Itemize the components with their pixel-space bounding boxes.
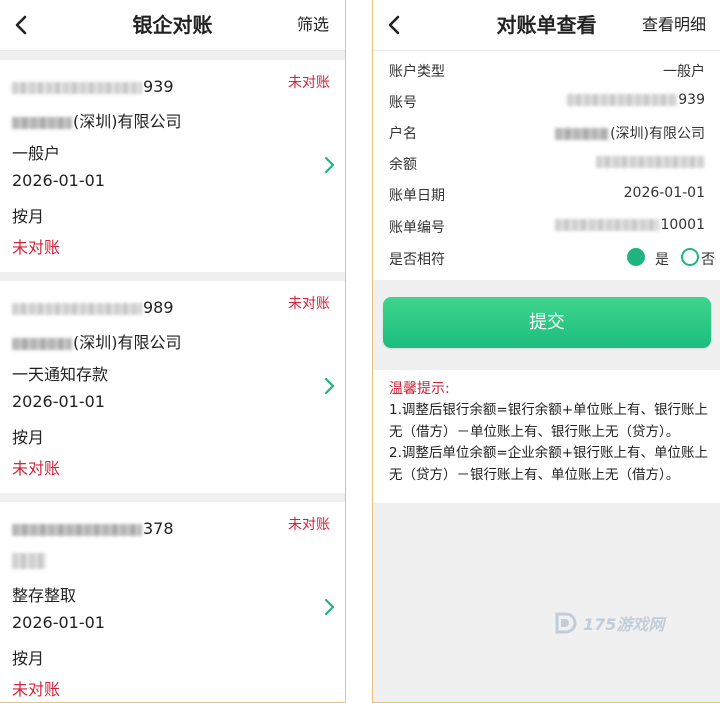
row-balance: 余额	[373, 149, 720, 180]
account-card[interactable]: 939 未对账 (深圳)有限公司 一般户 2026-01-01 按月 未对账	[0, 60, 345, 272]
account-card[interactable]: 378 未对账 整存整取 2026-01-01 按月 未对账	[0, 502, 345, 702]
row-account-name: 户名 (深圳)有限公司	[373, 118, 720, 149]
label-account-type: 账户类型	[389, 64, 445, 80]
value-account-type: 一般户	[663, 64, 705, 80]
radio-no[interactable]	[681, 248, 699, 266]
account-type: 整存整取	[12, 586, 77, 605]
submit-button[interactable]: 提交	[383, 297, 711, 348]
company-name: (深圳)有限公司	[12, 329, 182, 353]
label-statement-number: 账单编号	[389, 220, 445, 236]
nav-bar: 对账单查看 查看明细	[373, 0, 720, 51]
radio-yes-label[interactable]: 是	[655, 249, 669, 269]
company-name	[12, 550, 47, 569]
statement-detail-screen: 对账单查看 查看明细 账户类型 一般户 账号 939 户名 (深圳)有限公司 余…	[372, 0, 720, 703]
account-type: 一般户	[12, 144, 61, 163]
tips-text: 1.调整后银行余额=银行余额+单位账上有、银行账上无（借方）－单位账上有、银行账…	[389, 400, 709, 486]
label-account-name: 户名	[389, 126, 417, 142]
value-account-name: (深圳)有限公司	[555, 123, 705, 143]
tip-line-2: 2.调整后单位余额=企业余额+银行账上有、单位账上无（贷方）－银行账上有、单位账…	[389, 445, 709, 483]
radio-yes[interactable]	[627, 248, 645, 266]
reconcile-status: 未对账	[12, 680, 61, 699]
row-account-number: 账号 939	[373, 87, 720, 118]
statement-period: 按月	[12, 649, 45, 668]
label-match: 是否相符	[389, 252, 445, 268]
reconciliation-list-screen: 银企对账 筛选 939 未对账 (深圳)有限公司 一般户 2026-01-01 …	[0, 0, 346, 703]
chevron-right-icon	[322, 598, 336, 616]
reconcile-status: 未对账	[12, 238, 61, 257]
statement-period: 按月	[12, 428, 45, 447]
watermark-text: 175游戏网	[583, 615, 665, 634]
account-type: 一天通知存款	[12, 365, 109, 384]
label-balance: 余额	[389, 157, 417, 173]
row-statement-date: 账单日期 2026-01-01	[373, 180, 720, 211]
tip-line-1: 1.调整后银行余额=银行余额+单位账上有、银行账上无（借方）－单位账上有、银行账…	[389, 402, 709, 440]
row-account-type: 账户类型 一般户	[373, 56, 720, 87]
statement-date: 2026-01-01	[12, 171, 105, 190]
account-card[interactable]: 989 未对账 (深圳)有限公司 一天通知存款 2026-01-01 按月 未对…	[0, 281, 345, 493]
chevron-right-icon	[322, 156, 336, 174]
filter-button[interactable]: 筛选	[297, 0, 329, 50]
reconcile-status: 未对账	[12, 459, 61, 478]
label-account-number: 账号	[389, 95, 417, 111]
page-title: 银企对账	[132, 13, 213, 37]
status-badge: 未对账	[288, 517, 330, 533]
account-number: 989	[12, 298, 174, 317]
value-balance	[596, 154, 705, 170]
value-statement-number: 10001	[555, 217, 705, 233]
tips-title: 温馨提示:	[389, 381, 450, 397]
value-account-number: 939	[567, 92, 705, 108]
row-match: 是否相符 是 否	[373, 244, 720, 275]
label-statement-date: 账单日期	[389, 188, 445, 204]
account-number: 939	[12, 77, 174, 96]
statement-period: 按月	[12, 207, 45, 226]
watermark-logo: 175游戏网	[553, 610, 664, 636]
statement-info: 账户类型 一般户 账号 939 户名 (深圳)有限公司 余额 账单日期 2026…	[373, 51, 720, 280]
view-details-button[interactable]: 查看明细	[642, 0, 706, 50]
chevron-right-icon	[322, 377, 336, 395]
statement-date: 2026-01-01	[12, 613, 105, 632]
row-statement-number: 账单编号 10001	[373, 212, 720, 243]
radio-no-label[interactable]: 否	[701, 249, 720, 269]
account-number: 378	[12, 519, 174, 538]
watermark-d-icon	[555, 612, 577, 634]
status-badge: 未对账	[288, 75, 330, 91]
value-statement-date: 2026-01-01	[623, 185, 705, 201]
nav-bar: 银企对账 筛选	[0, 0, 345, 51]
status-badge: 未对账	[288, 296, 330, 312]
tips-panel: 温馨提示: 1.调整后银行余额=银行余额+单位账上有、银行账上无（借方）－单位账…	[373, 370, 720, 503]
statement-date: 2026-01-01	[12, 392, 105, 411]
company-name: (深圳)有限公司	[12, 108, 182, 132]
